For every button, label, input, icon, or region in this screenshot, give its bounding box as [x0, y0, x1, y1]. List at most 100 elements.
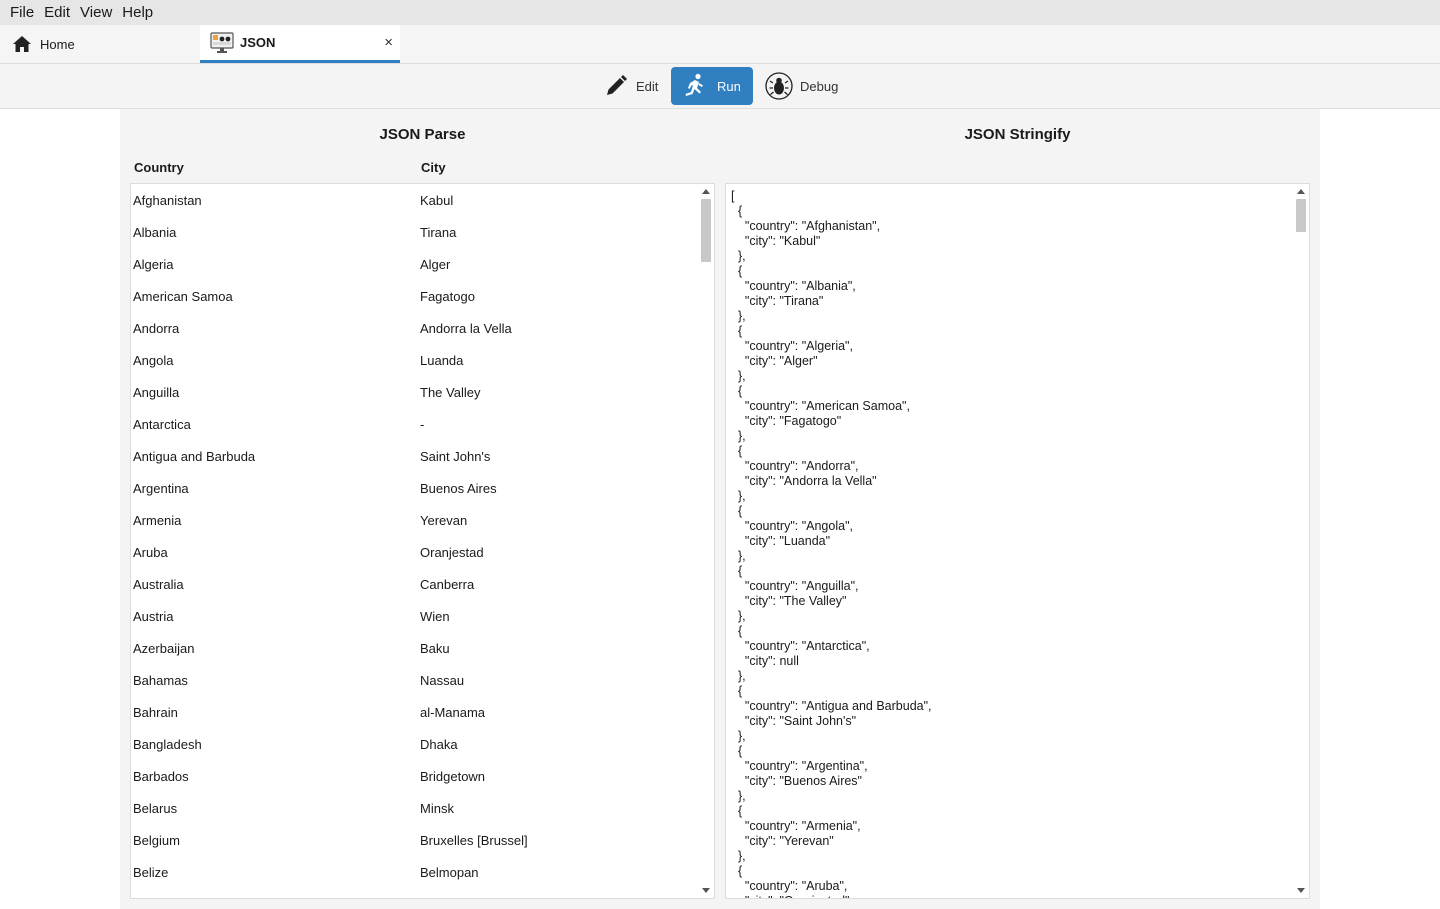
table-row[interactable]: Angola Luanda	[131, 344, 699, 376]
city-cell: Yerevan	[420, 512, 468, 528]
city-cell: Belmopan	[420, 864, 479, 880]
home-icon	[13, 36, 31, 52]
table-row[interactable]: Antigua and Barbuda Saint John's	[131, 440, 699, 472]
country-cell: American Samoa	[133, 288, 233, 304]
table-row[interactable]: Anguilla The Valley	[131, 376, 699, 408]
table-row[interactable]: Australia Canberra	[131, 568, 699, 600]
country-cell: Angola	[133, 352, 174, 368]
menu-help[interactable]: Help	[117, 0, 158, 25]
column-header-city[interactable]: City	[421, 160, 446, 175]
json-output-text: [ { "country": "Afghanistan", "city": "K…	[731, 189, 932, 898]
city-cell: Luanda	[420, 352, 464, 368]
country-cell: Aruba	[133, 544, 168, 560]
table-row[interactable]: Belize Belmopan	[131, 856, 699, 888]
table-row[interactable]: Azerbaijan Baku	[131, 632, 699, 664]
city-cell: Fagatogo	[420, 288, 475, 304]
menu-view[interactable]: View	[75, 0, 117, 25]
scroll-up-icon[interactable]	[1297, 189, 1305, 194]
tab-json-label: JSON	[240, 35, 276, 50]
debug-button-label: Debug	[800, 78, 839, 94]
tab-json[interactable]: JSON ×	[200, 25, 400, 63]
city-cell: Saint John's	[420, 448, 491, 464]
country-cell: Argentina	[133, 480, 189, 496]
scroll-up-icon[interactable]	[702, 189, 710, 194]
city-cell: Wien	[420, 608, 450, 624]
table-row[interactable]: American Samoa Fagatogo	[131, 280, 699, 312]
table-row[interactable]: Andorra Andorra la Vella	[131, 312, 699, 344]
city-cell: Nassau	[420, 672, 465, 688]
menu-file[interactable]: File	[5, 0, 39, 25]
table-row[interactable]: Bahrain al-Manama	[131, 696, 699, 728]
city-cell: Canberra	[420, 576, 475, 592]
scroll-down-icon[interactable]	[702, 888, 710, 893]
table-row[interactable]: Armenia Yerevan	[131, 504, 699, 536]
close-icon[interactable]: ×	[384, 34, 393, 51]
tab-home-label: Home	[40, 36, 75, 52]
country-cell: Andorra	[133, 320, 180, 336]
country-cell: Antarctica	[133, 416, 191, 432]
tab-home[interactable]: Home	[0, 25, 200, 63]
json-stringify-title: JSON Stringify	[964, 126, 1071, 143]
debug-button[interactable]: Debug	[762, 67, 844, 105]
table-row[interactable]: Bangladesh Dhaka	[131, 728, 699, 760]
country-cell: Barbados	[133, 768, 189, 784]
menu-edit[interactable]: Edit	[39, 0, 75, 25]
city-cell: Bridgetown	[420, 768, 486, 784]
table-scrollbar[interactable]	[698, 184, 714, 898]
json-scrollbar[interactable]	[1293, 184, 1309, 898]
table-row[interactable]: Belgium Bruxelles [Brussel]	[131, 824, 699, 856]
table-row[interactable]: Barbados Bridgetown	[131, 760, 699, 792]
main-content: JSON Parse JSON Stringify Country City A…	[120, 109, 1320, 909]
run-button-label: Run	[717, 78, 741, 94]
country-cell: Antigua and Barbuda	[133, 448, 256, 464]
table-row[interactable]: Afghanistan Kabul	[131, 184, 699, 216]
country-cell: Australia	[133, 576, 184, 592]
edit-button-label: Edit	[636, 78, 659, 94]
country-cell: Afghanistan	[133, 192, 202, 208]
edit-button[interactable]: Edit	[598, 67, 666, 105]
city-cell: Baku	[420, 640, 450, 656]
country-cell: Azerbaijan	[133, 640, 195, 656]
tab-bar: Home JSON ×	[0, 25, 1440, 64]
table-row[interactable]: Albania Tirana	[131, 216, 699, 248]
table-row[interactable]: Aruba Oranjestad	[131, 536, 699, 568]
app-monitor-icon	[210, 31, 234, 53]
country-cell: Bahamas	[133, 672, 188, 688]
city-cell: Dhaka	[420, 736, 458, 752]
country-city-table[interactable]: Afghanistan Kabul Albania Tirana Algeria Alge…	[130, 183, 715, 899]
menu-bar: File Edit View Help	[0, 0, 1440, 25]
city-cell: Bruxelles [Brussel]	[420, 832, 528, 848]
json-parse-title: JSON Parse	[379, 126, 466, 143]
table-row[interactable]: Austria Wien	[131, 600, 699, 632]
city-cell: Tirana	[420, 224, 457, 240]
table-body: Afghanistan Kabul Albania Tirana Algeria Alge…	[131, 184, 699, 888]
country-cell: Anguilla	[133, 384, 180, 400]
city-cell: Kabul	[420, 192, 454, 208]
table-row[interactable]: Belarus Minsk	[131, 792, 699, 824]
country-cell: Austria	[133, 608, 174, 624]
table-scroll-thumb[interactable]	[701, 199, 711, 262]
city-cell: Buenos Aires	[420, 480, 497, 496]
column-header-country[interactable]: Country	[134, 160, 184, 175]
country-cell: Bahrain	[133, 704, 178, 720]
country-cell: Belize	[133, 864, 169, 880]
run-button[interactable]: Run	[671, 67, 753, 105]
city-cell: al-Manama	[420, 704, 486, 720]
country-cell: Algeria	[133, 256, 174, 272]
table-row[interactable]: Bahamas Nassau	[131, 664, 699, 696]
toolbar: Edit Run Debug	[0, 64, 1440, 109]
country-cell: Belgium	[133, 832, 180, 848]
city-cell: Andorra la Vella	[420, 320, 512, 336]
table-row[interactable]: Argentina Buenos Aires	[131, 472, 699, 504]
city-cell: Minsk	[420, 800, 454, 816]
bug-icon	[765, 72, 793, 100]
table-row[interactable]: Antarctica -	[131, 408, 699, 440]
country-cell: Armenia	[133, 512, 182, 528]
country-cell: Belarus	[133, 800, 178, 816]
json-scroll-thumb[interactable]	[1296, 199, 1306, 232]
scroll-down-icon[interactable]	[1297, 888, 1305, 893]
table-row[interactable]: Algeria Alger	[131, 248, 699, 280]
json-stringify-textarea[interactable]: [ { "country": "Afghanistan", "city": "K…	[725, 183, 1310, 899]
country-cell: Bangladesh	[133, 736, 202, 752]
city-cell: Oranjestad	[420, 544, 484, 560]
